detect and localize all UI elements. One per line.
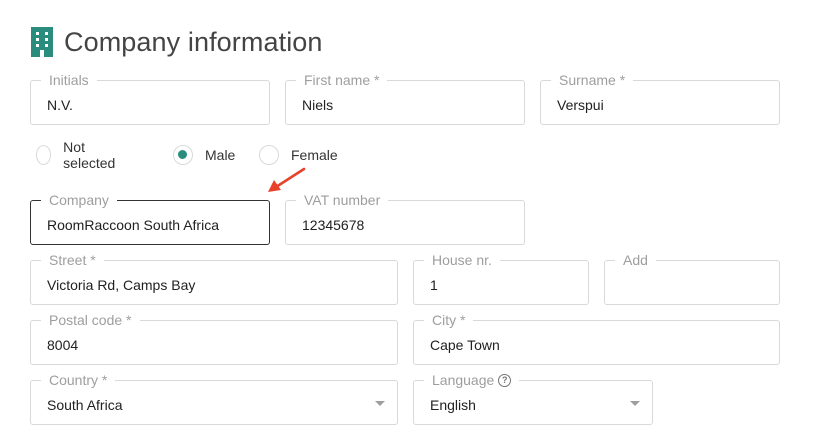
house-nr-value: 1 bbox=[430, 277, 438, 293]
vat-number-field[interactable]: VAT number 12345678 bbox=[285, 192, 525, 245]
postal-code-value: 8004 bbox=[47, 337, 79, 353]
radio-label: Not selected bbox=[63, 139, 116, 171]
vat-number-label: VAT number bbox=[296, 192, 389, 208]
first-name-value: Niels bbox=[302, 97, 334, 113]
page-header: Company information bbox=[30, 24, 323, 60]
street-field[interactable]: Street * Victoria Rd, Camps Bay bbox=[30, 252, 398, 305]
initials-field[interactable]: Initials N.V. bbox=[30, 72, 270, 125]
add-field[interactable]: Add bbox=[604, 252, 780, 305]
language-label-wrapper: Language ? bbox=[424, 372, 520, 388]
house-nr-label: House nr. bbox=[424, 252, 500, 268]
house-nr-field[interactable]: House nr. 1 bbox=[413, 252, 589, 305]
radio-circle[interactable] bbox=[36, 145, 52, 165]
help-icon[interactable]: ? bbox=[498, 373, 512, 387]
first-name-field[interactable]: First name * Niels bbox=[285, 72, 525, 125]
radio-label: Female bbox=[291, 147, 338, 163]
radio-not-selected[interactable]: Not selected bbox=[36, 139, 120, 171]
add-label: Add bbox=[615, 252, 656, 268]
vat-number-value: 12345678 bbox=[302, 217, 365, 233]
annotation-arrow-icon bbox=[268, 167, 306, 192]
radio-female[interactable]: Female bbox=[259, 143, 338, 167]
building-icon bbox=[31, 27, 53, 57]
postal-code-field[interactable]: Postal code * 8004 bbox=[30, 312, 398, 365]
initials-label: Initials bbox=[41, 72, 97, 88]
radio-male[interactable]: Male bbox=[173, 143, 235, 167]
radio-circle[interactable] bbox=[259, 145, 279, 165]
postal-code-label: Postal code * bbox=[41, 312, 140, 328]
country-select[interactable]: Country * South Africa bbox=[30, 372, 398, 425]
page-title: Company information bbox=[64, 26, 323, 57]
language-value: English bbox=[430, 397, 476, 413]
company-value: RoomRaccoon South Africa bbox=[47, 217, 219, 233]
surname-field[interactable]: Surname * Verspui bbox=[540, 72, 780, 125]
company-label: Company bbox=[41, 192, 117, 208]
radio-label: Male bbox=[205, 147, 236, 163]
country-value: South Africa bbox=[47, 397, 123, 413]
first-name-label: First name * bbox=[296, 72, 388, 88]
city-field[interactable]: City * Cape Town bbox=[413, 312, 780, 365]
surname-label: Surname * bbox=[551, 72, 634, 88]
street-label: Street * bbox=[41, 252, 104, 268]
language-label: Language bbox=[432, 372, 495, 388]
city-label: City * bbox=[424, 312, 474, 328]
country-label: Country * bbox=[41, 372, 116, 388]
radio-circle-checked[interactable] bbox=[173, 145, 193, 165]
street-value: Victoria Rd, Camps Bay bbox=[47, 277, 196, 293]
city-value: Cape Town bbox=[430, 337, 500, 353]
chevron-down-icon[interactable] bbox=[375, 401, 385, 406]
chevron-down-icon[interactable] bbox=[630, 401, 640, 406]
surname-value: Verspui bbox=[557, 97, 604, 113]
company-field[interactable]: Company RoomRaccoon South Africa bbox=[30, 192, 270, 245]
language-select[interactable]: Language ? English bbox=[413, 372, 653, 425]
initials-value: N.V. bbox=[47, 97, 73, 113]
